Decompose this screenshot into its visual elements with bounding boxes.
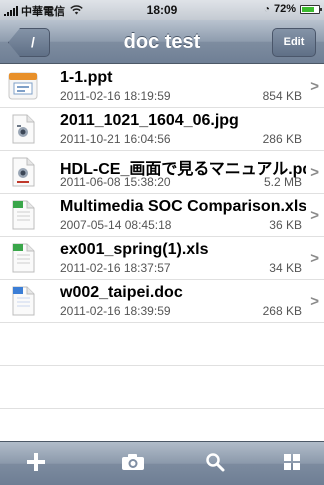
file-size: 5.2 MB — [263, 175, 302, 189]
doc-file-icon — [8, 286, 38, 316]
file-date: 2011-02-16 18:37:57 — [60, 261, 171, 275]
add-icon — [26, 452, 46, 477]
chevron-right-icon: > — [310, 293, 319, 310]
pdf-file-icon — [8, 157, 38, 187]
edit-button[interactable]: Edit — [272, 28, 316, 57]
file-name: w002_taipei.doc — [60, 284, 183, 301]
ppt-file-icon — [8, 71, 38, 101]
camera-button[interactable] — [103, 442, 163, 485]
xls-file-icon — [8, 200, 38, 230]
grid-view-button[interactable] — [262, 442, 322, 485]
file-size: 268 KB — [262, 304, 302, 318]
alarm-icon: ◔ — [263, 3, 270, 15]
battery-percent: 72% — [273, 3, 296, 15]
xls-file-icon — [8, 243, 38, 273]
status-bar: 中華電信 18:09 ◔ 72% — [0, 0, 324, 20]
back-button[interactable]: / — [8, 28, 50, 57]
file-size: 34 KB — [269, 261, 302, 275]
file-date: 2011-02-16 18:39:59 — [60, 304, 171, 318]
file-size: 286 KB — [262, 132, 302, 146]
empty-row — [0, 323, 324, 366]
camera-icon — [121, 453, 145, 476]
page-title: doc test — [123, 31, 201, 53]
file-date: 2011-02-16 18:19:59 — [60, 89, 171, 103]
add-button[interactable] — [6, 442, 66, 485]
file-size: 854 KB — [262, 89, 302, 103]
navigation-bar: / doc test Edit — [0, 20, 324, 64]
chevron-right-icon: > — [310, 164, 319, 181]
file-row[interactable]: Multimedia SOC Comparison.xls 2007-05-14… — [0, 194, 324, 237]
bottom-toolbar — [0, 441, 324, 485]
file-name: 1-1.ppt — [60, 69, 113, 86]
file-name: Multimedia SOC Comparison.xls — [60, 198, 306, 215]
file-row[interactable]: ex001_spring(1).xls 2011-02-16 18:37:57 … — [0, 237, 324, 280]
chevron-right-icon: > — [310, 207, 319, 224]
file-name: 2011_1021_1604_06.jpg — [60, 112, 239, 129]
file-list: 1-1.ppt 2011-02-16 18:19:59 854 KB > 201… — [0, 65, 324, 452]
search-icon — [205, 452, 225, 477]
search-button[interactable] — [185, 442, 245, 485]
file-size: 36 KB — [269, 218, 302, 232]
file-name: ex001_spring(1).xls — [60, 241, 209, 258]
file-row[interactable]: w002_taipei.doc 2011-02-16 18:39:59 268 … — [0, 280, 324, 323]
file-row[interactable]: HDL-CE_画面で見るマニュアル.pdf 2011-06-08 15:38:2… — [0, 151, 324, 194]
chevron-right-icon: > — [310, 250, 319, 267]
file-date: 2007-05-14 08:45:18 — [60, 218, 172, 232]
battery-area: ◔ 72% — [263, 3, 322, 15]
file-date: 2011-06-08 15:38:20 — [60, 175, 171, 189]
file-row[interactable]: 1-1.ppt 2011-02-16 18:19:59 854 KB > — [0, 65, 324, 108]
battery-icon — [300, 4, 322, 14]
grid-icon — [283, 453, 301, 476]
file-row[interactable]: 2011_1021_1604_06.jpg 2011-10-21 16:04:5… — [0, 108, 324, 151]
image-file-icon — [8, 114, 38, 144]
file-date: 2011-10-21 16:04:56 — [60, 132, 171, 146]
chevron-right-icon: > — [310, 78, 319, 95]
empty-row — [0, 366, 324, 409]
